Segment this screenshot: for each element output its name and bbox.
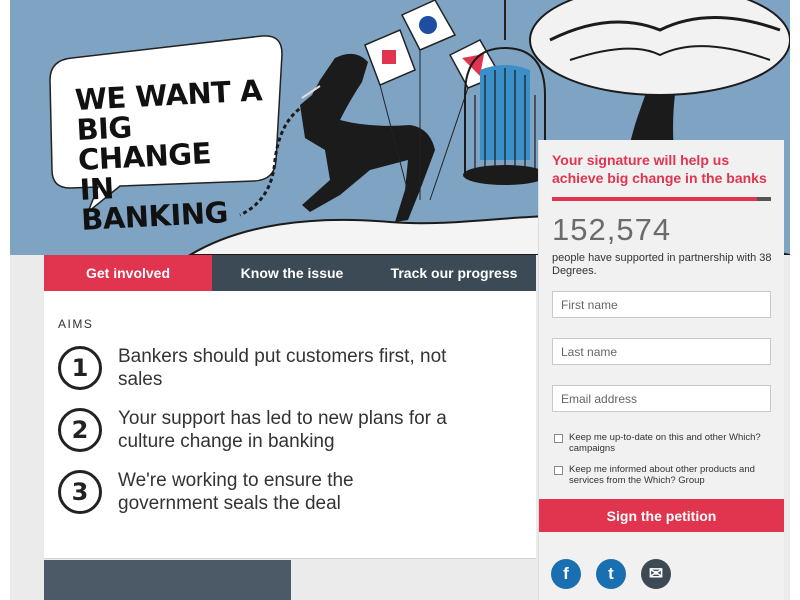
aims-heading: AIMS: [58, 317, 94, 331]
tab-know-the-issue[interactable]: Know the issue: [212, 255, 372, 291]
checkbox-label: Keep me informed about other products an…: [569, 464, 755, 486]
tab-get-involved[interactable]: Get involved: [44, 255, 212, 301]
aim-number-badge: 2: [58, 408, 102, 452]
aim-text: Bankers should put customers first, not …: [118, 346, 447, 390]
petition-panel: Your signature will help us achieve big …: [538, 140, 784, 600]
twitter-glyph: t: [608, 564, 614, 583]
aims-panel: AIMS 1 Bankers should put customers firs…: [44, 291, 536, 559]
aim-item: 2 Your support has led to new plans for …: [58, 407, 458, 453]
aim-text: We're working to ensure the government s…: [118, 470, 354, 514]
campaign-updates-checkbox[interactable]: [554, 434, 563, 443]
aim-item: 1 Bankers should put customers first, no…: [58, 345, 458, 391]
checkbox-label: Keep me up-to-date on this and other Whi…: [569, 432, 761, 454]
email-glyph: ✉: [648, 564, 664, 583]
group-updates-option: Keep me informed about other products an…: [554, 464, 769, 486]
sign-petition-button[interactable]: Sign the petition: [539, 499, 784, 532]
tab-bar: Get involved Know the issue Track our pr…: [44, 255, 536, 301]
first-name-field[interactable]: [552, 291, 771, 318]
signature-count: 152,574: [552, 212, 672, 247]
aim-item: 3 We're working to ensure the government…: [58, 469, 458, 515]
petition-heading: Your signature will help us achieve big …: [552, 152, 767, 186]
tab-label: Know the issue: [240, 265, 344, 281]
tab-label: Get involved: [85, 265, 171, 281]
email-icon[interactable]: ✉: [641, 559, 671, 589]
aim-number-badge: 1: [58, 346, 102, 390]
footer-bar: [44, 560, 291, 600]
aim-text: Your support has led to new plans for a …: [118, 408, 447, 452]
tab-label: Track our progress: [390, 265, 518, 281]
headline-line-3: IN BANKING: [78, 171, 229, 237]
facebook-icon[interactable]: f: [551, 559, 581, 589]
twitter-icon[interactable]: t: [596, 559, 626, 589]
headline-line-2: BIG CHANGE: [75, 110, 212, 177]
group-updates-checkbox[interactable]: [554, 466, 563, 475]
email-field[interactable]: [552, 385, 771, 412]
petition-progress-rule: [552, 197, 771, 201]
signature-subtext: people have supported in partnership wit…: [552, 252, 772, 277]
facebook-glyph: f: [563, 564, 569, 583]
last-name-field[interactable]: [552, 338, 771, 365]
hero-headline: WE WANT A BIG CHANGE IN BANKING: [74, 73, 272, 237]
campaign-updates-option: Keep me up-to-date on this and other Whi…: [554, 432, 769, 454]
aim-number-badge: 3: [58, 470, 102, 514]
tab-track-our-progress[interactable]: Track our progress: [372, 255, 536, 291]
